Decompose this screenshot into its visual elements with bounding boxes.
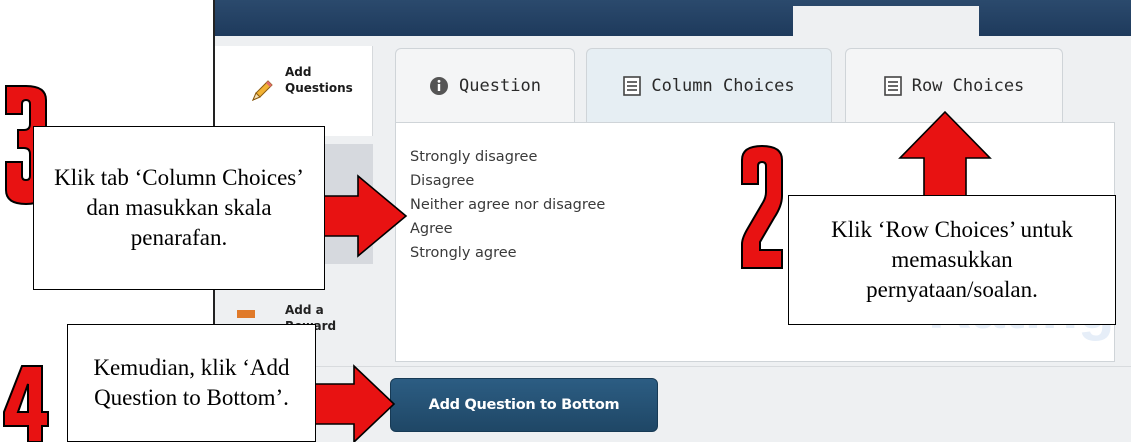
annotation-step-2: Klik ‘Row Choices’ untuk memasukkan pern… — [788, 195, 1116, 325]
red-arrow-right — [315, 174, 408, 258]
step-number-4 — [3, 365, 49, 442]
step-number-2 — [741, 144, 783, 269]
tutorial-screenshot: Add Questions y Add a Reward Question — [0, 0, 1131, 442]
red-arrow-up — [898, 110, 992, 197]
annotation-step-3: Klik tab ‘Column Choices’ dan masukkan s… — [33, 126, 325, 290]
annotation-step-4: Kemudian, klik ‘Add Question to Bottom’. — [67, 324, 316, 442]
red-arrow-right — [309, 364, 396, 442]
